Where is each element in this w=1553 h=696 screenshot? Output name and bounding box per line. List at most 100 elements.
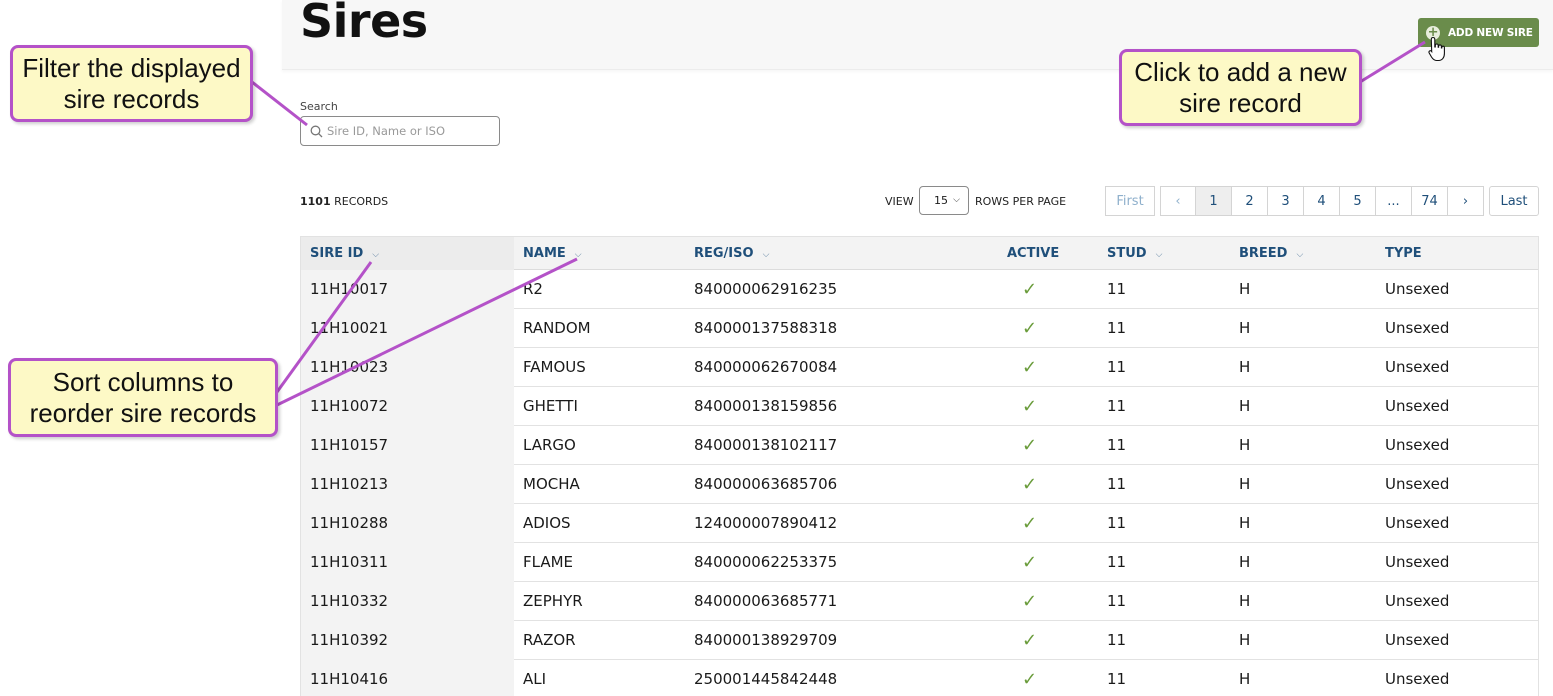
cell-active: ✓ bbox=[1022, 582, 1037, 621]
cell-breed: H bbox=[1239, 553, 1251, 571]
cell-sire-id: 11H10072 bbox=[301, 387, 514, 426]
rows-per-page-select[interactable]: 15 ⌵ bbox=[919, 186, 969, 215]
column-header-active: ACTIVE bbox=[1007, 246, 1060, 261]
table-row[interactable]: 11H10311 FLAME 840000062253375 ✓ 11 H Unsexed bbox=[301, 543, 1538, 582]
pagination-prev[interactable]: ‹ bbox=[1160, 186, 1196, 216]
table-row[interactable]: 11H10416 ALI 250001445842448 ✓ 11 H Unsexed bbox=[301, 660, 1538, 696]
chevron-down-icon: ⌵ bbox=[372, 250, 380, 260]
cell-breed: H bbox=[1239, 436, 1251, 454]
pagination-page[interactable]: 4 bbox=[1303, 186, 1340, 216]
cell-name: R2 bbox=[523, 280, 543, 298]
cell-active: ✓ bbox=[1022, 309, 1037, 348]
cell-name: RAZOR bbox=[523, 631, 576, 649]
search-input[interactable] bbox=[327, 124, 487, 138]
checkmark-icon: ✓ bbox=[1022, 591, 1038, 612]
checkmark-icon: ✓ bbox=[1022, 318, 1038, 339]
cell-sire-id: 11H10416 bbox=[301, 660, 514, 696]
pagination-page[interactable]: 1 bbox=[1195, 186, 1232, 216]
cell-stud: 11 bbox=[1107, 670, 1127, 688]
checkmark-icon: ✓ bbox=[1022, 357, 1038, 378]
checkmark-icon: ✓ bbox=[1022, 669, 1038, 690]
cell-name: ALI bbox=[523, 670, 547, 688]
cell-sire-id: 11H10311 bbox=[301, 543, 514, 582]
cell-name: MOCHA bbox=[523, 475, 580, 493]
search-field[interactable] bbox=[300, 116, 500, 146]
cell-stud: 11 bbox=[1107, 514, 1127, 532]
cell-sire-id: 11H10023 bbox=[301, 348, 514, 387]
table-header: SIRE ID ⌵ NAME ⌵ REG/ISO ⌵ ACTIVE STUD ⌵ BRE… bbox=[301, 237, 1538, 270]
cell-type: Unsexed bbox=[1385, 319, 1450, 337]
table-row[interactable]: 11H10157 LARGO 840000138102117 ✓ 11 H Unsexed bbox=[301, 426, 1538, 465]
cell-type: Unsexed bbox=[1385, 475, 1450, 493]
add-new-sire-label: ADD NEW SIRE bbox=[1448, 26, 1533, 39]
pagination-first[interactable]: First bbox=[1105, 186, 1155, 216]
hand-pointer-icon bbox=[1428, 36, 1445, 62]
cell-type: Unsexed bbox=[1385, 670, 1450, 688]
cell-breed: H bbox=[1239, 475, 1251, 493]
search-icon bbox=[310, 125, 323, 137]
column-header-reg-iso[interactable]: REG/ISO ⌵ bbox=[694, 237, 769, 270]
cell-breed: H bbox=[1239, 397, 1251, 415]
cell-active: ✓ bbox=[1022, 543, 1037, 582]
chevron-down-icon: ⌵ bbox=[762, 250, 770, 260]
rows-per-page-value: 15 bbox=[934, 194, 948, 207]
cell-reg-iso: 840000138102117 bbox=[694, 436, 838, 454]
callout-add: Click to add a new sire record bbox=[1119, 49, 1362, 126]
pagination-page[interactable]: 2 bbox=[1231, 186, 1268, 216]
column-header-sire-id[interactable]: SIRE ID ⌵ bbox=[310, 237, 379, 270]
column-header-name[interactable]: NAME ⌵ bbox=[523, 237, 582, 270]
chevron-down-icon: ⌵ bbox=[1296, 250, 1304, 260]
cell-active: ✓ bbox=[1022, 465, 1037, 504]
cell-name: FAMOUS bbox=[523, 358, 586, 376]
table-row[interactable]: 11H10072 GHETTI 840000138159856 ✓ 11 H Unsexed bbox=[301, 387, 1538, 426]
search-label: Search bbox=[300, 100, 338, 113]
callout-filter: Filter the displayed sire records bbox=[10, 45, 253, 122]
cell-reg-iso: 840000137588318 bbox=[694, 319, 838, 337]
cell-name: FLAME bbox=[523, 553, 574, 571]
pagination-page[interactable]: 5 bbox=[1339, 186, 1376, 216]
chevron-down-icon: ⌵ bbox=[953, 195, 960, 205]
sires-table: SIRE ID ⌵ NAME ⌵ REG/ISO ⌵ ACTIVE STUD ⌵ BRE… bbox=[300, 236, 1539, 696]
cell-name: LARGO bbox=[523, 436, 576, 454]
cell-reg-iso: 250001445842448 bbox=[694, 670, 838, 688]
table-row[interactable]: 11H10288 ADIOS 124000007890412 ✓ 11 H Unsexed bbox=[301, 504, 1538, 543]
table-row[interactable]: 11H10023 FAMOUS 840000062670084 ✓ 11 H Unsexed bbox=[301, 348, 1538, 387]
checkmark-icon: ✓ bbox=[1022, 435, 1038, 456]
callout-sort: Sort columns to reorder sire records bbox=[8, 358, 278, 437]
view-label: VIEW bbox=[885, 195, 914, 208]
page-header bbox=[282, 0, 1553, 70]
pagination-last[interactable]: Last bbox=[1489, 186, 1539, 216]
table-row[interactable]: 11H10332 ZEPHYR 840000063685771 ✓ 11 H Unsexed bbox=[301, 582, 1538, 621]
pagination-next[interactable]: › bbox=[1447, 186, 1484, 216]
table-row[interactable]: 11H10017 R2 840000062916235 ✓ 11 H Unsexed bbox=[301, 270, 1538, 309]
table-body: 11H10017 R2 840000062916235 ✓ 11 H Unsexed 11H1… bbox=[301, 270, 1538, 696]
cell-stud: 11 bbox=[1107, 592, 1127, 610]
column-header-breed[interactable]: BREED ⌵ bbox=[1239, 237, 1303, 270]
cell-reg-iso: 840000062253375 bbox=[694, 553, 838, 571]
cell-name: ADIOS bbox=[523, 514, 571, 532]
cell-name: RANDOM bbox=[523, 319, 591, 337]
cell-breed: H bbox=[1239, 514, 1251, 532]
cell-active: ✓ bbox=[1022, 426, 1037, 465]
checkmark-icon: ✓ bbox=[1022, 630, 1038, 651]
table-row[interactable]: 11H10392 RAZOR 840000138929709 ✓ 11 H Unsexed bbox=[301, 621, 1538, 660]
cell-breed: H bbox=[1239, 670, 1251, 688]
table-row[interactable]: 11H10021 RANDOM 840000137588318 ✓ 11 H Unsexed bbox=[301, 309, 1538, 348]
record-count-number: 1101 bbox=[300, 195, 331, 208]
cell-active: ✓ bbox=[1022, 387, 1037, 426]
pagination-page[interactable]: 74 bbox=[1411, 186, 1448, 216]
table-row[interactable]: 11H10213 MOCHA 840000063685706 ✓ 11 H Unsexed bbox=[301, 465, 1538, 504]
page-title: Sires bbox=[300, 0, 428, 48]
cell-reg-iso: 840000138929709 bbox=[694, 631, 838, 649]
pagination-page[interactable]: 3 bbox=[1267, 186, 1304, 216]
cell-active: ✓ bbox=[1022, 270, 1037, 309]
cell-stud: 11 bbox=[1107, 397, 1127, 415]
chevron-down-icon: ⌵ bbox=[1155, 250, 1163, 260]
cell-type: Unsexed bbox=[1385, 631, 1450, 649]
cell-active: ✓ bbox=[1022, 348, 1037, 387]
cell-sire-id: 11H10017 bbox=[301, 270, 514, 309]
cell-sire-id: 11H10288 bbox=[301, 504, 514, 543]
chevron-down-icon: ⌵ bbox=[574, 250, 582, 260]
cell-breed: H bbox=[1239, 592, 1251, 610]
column-header-stud[interactable]: STUD ⌵ bbox=[1107, 237, 1162, 270]
